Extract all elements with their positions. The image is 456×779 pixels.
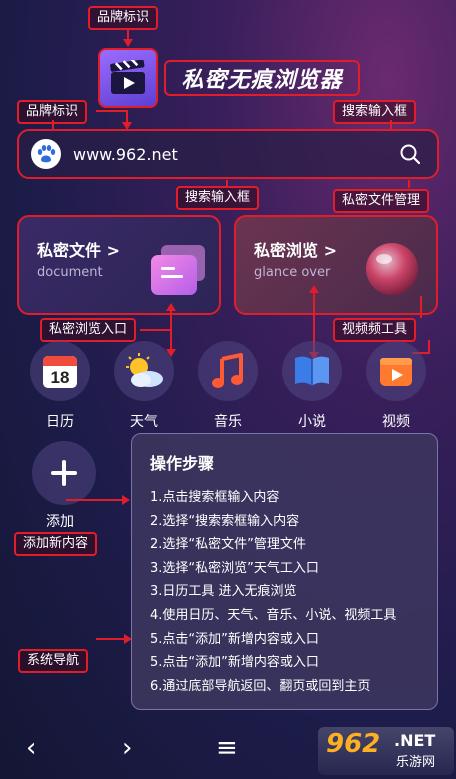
annotation-private-browse-entry: 私密浏览入口 [40,318,137,342]
calendar-day: 18 [51,368,70,387]
app-calendar[interactable]: 18 日历 [28,341,92,431]
step-item: 5.点击“添加”新增内容或入口 [150,655,319,671]
weather-icon [126,353,163,387]
steps-panel: 操作步骤 1.点击搜索框输入内容 2.选择“搜索索框输入内容 2.选择“私密文件… [131,433,438,710]
music-icon [212,353,243,388]
private-browse-card[interactable]: 私密浏览 > glance over [234,215,438,315]
app-logo [98,48,158,108]
annotation-system-nav: 系统导航 [18,649,89,673]
private-file-title: 私密文件 > [37,241,120,260]
annotation-arrow [123,39,133,47]
baidu-paw-icon [31,139,61,169]
site-watermark: 962 .NET 乐游网 [318,727,454,775]
annotation-search-right: 搜索输入框 [333,100,417,124]
plus-icon [51,460,77,486]
private-file-subtitle: document [37,265,103,280]
step-item: 4.使用日历、天气、音乐、小说、视频工具 [150,607,397,623]
app-weather[interactable]: 天气 [112,341,176,431]
nav-back-button[interactable]: ‹ [26,733,36,763]
app-novel[interactable]: 小说 [280,341,344,431]
step-item: 3.选择“私密浏览”天气工入口 [150,560,319,576]
glass-orb-icon [366,243,418,295]
app-title: 私密无痕浏览器 [164,60,360,96]
app-weather-label: 天气 [130,414,158,430]
annotation-line [96,110,126,112]
annotation-line [170,310,172,330]
app-video-label: 视频 [382,414,410,430]
annotation-private-file-manage: 私密文件管理 [333,189,430,213]
clapperboard-icon [110,60,145,94]
nav-menu-button[interactable]: ≡ [216,733,238,763]
annotation-line [66,499,124,501]
video-icon [380,358,412,386]
app-video[interactable]: 视频 [364,341,428,431]
private-browse-subtitle: glance over [254,265,331,280]
calendar-icon: 18 [43,356,77,388]
annotation-line [96,638,126,640]
annotation-line [140,329,170,331]
annotation-video-tool: 视频频工具 [333,318,417,342]
private-file-card[interactable]: 私密文件 > document [17,215,221,315]
watermark-sub: 乐游网 [396,755,436,770]
add-label: 添加 [46,514,74,530]
step-item: 5.点击“添加”新增内容或入口 [150,631,319,647]
annotation-arrow [309,285,319,293]
annotation-search-bottom: 搜索输入框 [176,186,260,210]
annotation-brand-top: 品牌标识 [88,6,159,30]
annotation-arrow [166,303,176,311]
search-bar[interactable]: www.962.net [17,129,439,179]
watermark-net: .NET [394,731,436,750]
nav-forward-button[interactable]: › [122,733,132,763]
app-music[interactable]: 音乐 [196,341,260,431]
steps-title: 操作步骤 [150,454,215,473]
folder-icon [151,245,205,295]
steps-list: 1.点击搜索框输入内容 2.选择“搜索索框输入内容 2.选择“私密文件”管理文件… [150,486,396,698]
annotation-arrow [122,495,130,505]
step-item: 3.日历工具 进入无痕浏览 [150,584,297,600]
private-browse-title: 私密浏览 > [254,241,337,260]
add-button[interactable] [32,441,96,505]
search-icon[interactable] [399,143,421,165]
book-icon [295,356,329,386]
annotation-line [408,180,410,188]
step-item: 2.选择“私密文件”管理文件 [150,537,306,553]
step-item: 1.点击搜索框输入内容 [150,490,280,505]
app-novel-label: 小说 [298,414,326,430]
step-item: 6.通过底部导航返回、翻页或回到主页 [150,678,371,694]
app-calendar-label: 日历 [46,414,74,430]
step-item: 2.选择“搜索索框输入内容 [150,513,300,529]
app-music-label: 音乐 [214,414,242,430]
annotation-add-new: 添加新内容 [14,532,98,556]
search-input[interactable]: www.962.net [73,145,399,164]
watermark-main: 962 [326,729,381,759]
annotation-line [420,296,422,318]
